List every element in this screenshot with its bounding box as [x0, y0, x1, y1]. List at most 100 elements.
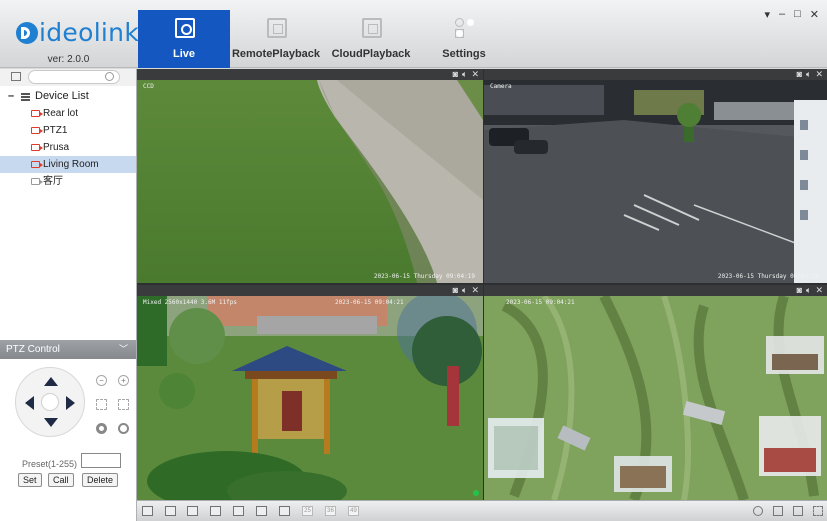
close-icon[interactable]: ✕	[471, 69, 479, 80]
ptz-direction-pad	[15, 367, 85, 437]
chevron-down-icon[interactable]: ﹀	[119, 340, 128, 359]
preset-delete-button[interactable]: Delete	[82, 473, 119, 487]
snapshot-icon[interactable]: ◙	[797, 69, 802, 80]
iris-open-icon[interactable]	[118, 423, 129, 434]
snapshot-icon[interactable]: ◙	[453, 285, 458, 296]
tab-live[interactable]: Live	[138, 10, 230, 68]
preset-label: Preset(1-255)	[22, 459, 78, 469]
snapshot-icon[interactable]: ◙	[797, 285, 802, 296]
play-all-icon[interactable]	[793, 506, 803, 516]
focus-far-icon[interactable]	[118, 399, 129, 410]
device-item-living-room-cn[interactable]: 客厅	[0, 173, 136, 190]
stop-all-icon[interactable]	[773, 506, 783, 516]
zoom-in-icon[interactable]: +	[118, 375, 129, 386]
live-view-icon	[175, 18, 195, 38]
device-item-prusa[interactable]: Prusa	[0, 139, 136, 156]
camera-timestamp: 2023-06-15 09:04:21	[335, 299, 404, 306]
layout-3x3-icon[interactable]	[256, 506, 267, 516]
layout-49-button[interactable]: 49	[348, 506, 359, 516]
ptz-down-arrow-icon[interactable]	[44, 418, 58, 427]
video-feed-prusa: Mixed 2560x1440 3.6M 11fps 2023-06-15 09…	[137, 296, 483, 500]
layout-4x4-icon[interactable]	[279, 506, 290, 516]
focus-near-icon[interactable]	[96, 399, 107, 410]
fullscreen-icon[interactable]	[813, 506, 823, 516]
tree-root-label: Device List	[35, 90, 89, 102]
ptz-right-arrow-icon[interactable]	[66, 396, 75, 410]
ptz-up-arrow-icon[interactable]	[44, 377, 58, 386]
collapse-icon[interactable]: –	[8, 88, 16, 105]
video-feed-living-room: 2023-06-15 09:04:21	[484, 296, 827, 500]
ptz-center-button[interactable]	[41, 393, 59, 411]
video-grid: ◙ 🔈︎ ✕ CCD 2023-06-15 Thursday 09:04:19	[137, 69, 827, 500]
device-tree: – Device List Rear lot PTZ1 Prusa Living…	[0, 86, 136, 190]
tree-root-device-list[interactable]: – Device List	[0, 88, 136, 105]
speaker-icon[interactable]: 🔈︎	[462, 285, 467, 296]
preset-set-button[interactable]: Set	[18, 473, 42, 487]
tab-settings-label: Settings	[442, 48, 486, 60]
tab-live-label: Live	[172, 48, 195, 60]
close-icon[interactable]: ✕	[810, 8, 819, 21]
device-item-rear-lot[interactable]: Rear lot	[0, 105, 136, 122]
device-item-living-room[interactable]: Living Room	[0, 156, 136, 173]
tab-cloud-playback-label: CloudPlayback	[331, 48, 411, 60]
tab-settings[interactable]: Settings	[418, 10, 510, 68]
layout-25-button[interactable]: 25	[302, 506, 313, 516]
camera-image	[484, 80, 827, 283]
tab-remote-playback-label: RemotePlayback	[231, 48, 321, 60]
layout-1x1-icon[interactable]	[142, 506, 153, 516]
zoom-out-icon[interactable]: −	[96, 375, 107, 386]
dropdown-menu-icon[interactable]: ▾	[764, 8, 770, 21]
video-pane-toolbar: ◙ 🔈︎ ✕	[137, 285, 483, 296]
close-icon[interactable]: ✕	[471, 285, 479, 296]
camera-label: Camera	[490, 83, 512, 90]
video-pane-rear-lot[interactable]: ◙ 🔈︎ ✕ CCD 2023-06-15 Thursday 09:04:19	[137, 69, 483, 283]
camera-icon	[31, 144, 43, 151]
preset-input[interactable]	[81, 453, 121, 468]
video-pane-living-room[interactable]: ◙ 🔈︎ ✕ 2023-06-15 09:04:21	[484, 285, 827, 500]
search-icon[interactable]	[105, 72, 114, 81]
ptz-left-arrow-icon[interactable]	[25, 396, 34, 410]
video-pane-toolbar: ◙ 🔈︎ ✕	[484, 69, 827, 80]
camera-icon	[31, 110, 43, 117]
camera-label: Mixed 2560x1440 3.6M 11fps	[143, 299, 237, 306]
layout-2x2-icon[interactable]	[187, 506, 198, 516]
close-icon[interactable]: ✕	[815, 285, 823, 296]
pane-controls: ◙ 🔈︎ ✕	[453, 285, 479, 296]
device-item-ptz1[interactable]: PTZ1	[0, 122, 136, 139]
speaker-icon[interactable]: 🔈︎	[806, 69, 811, 80]
video-pane-ptz1[interactable]: ◙ 🔈︎ ✕ Camera 2023-06-15 Thursday 09:04:…	[484, 69, 827, 283]
close-icon[interactable]: ✕	[815, 69, 823, 80]
ptz-control-header[interactable]: PTZ Control ﹀	[0, 340, 136, 359]
cloud-playback-icon	[362, 18, 382, 38]
video-pane-prusa[interactable]: ◙ 🔈︎ ✕ Mixed 2560x1440 3.6M 11fps 2023-0…	[137, 285, 483, 500]
search-row	[0, 69, 136, 86]
grid-toggle-icon[interactable]	[11, 72, 21, 81]
record-all-icon[interactable]	[753, 506, 763, 516]
maximize-icon[interactable]: □	[794, 8, 801, 21]
camera-label: 2023-06-15 09:04:21	[506, 299, 575, 306]
camera-icon	[31, 161, 43, 168]
settings-icon	[455, 18, 475, 38]
device-label: Prusa	[43, 142, 70, 153]
video-pane-toolbar: ◙ 🔈︎ ✕	[484, 285, 827, 296]
tab-remote-playback[interactable]: RemotePlayback	[230, 10, 322, 68]
recording-status-dot	[473, 490, 479, 496]
layout-1plus5-icon[interactable]	[210, 506, 221, 516]
pane-controls: ◙ 🔈︎ ✕	[453, 69, 479, 80]
minimize-icon[interactable]: –	[779, 8, 785, 21]
layout-1plus7-icon[interactable]	[233, 506, 244, 516]
speaker-icon[interactable]: 🔈︎	[806, 285, 811, 296]
iris-close-icon[interactable]	[96, 423, 107, 434]
speaker-icon[interactable]: 🔈︎	[462, 69, 467, 80]
preset-call-button[interactable]: Call	[48, 473, 74, 487]
tab-cloud-playback[interactable]: CloudPlayback	[325, 10, 417, 68]
list-icon	[21, 92, 30, 101]
logo-text: ideolink	[39, 18, 140, 47]
logo-mark-icon	[16, 21, 38, 44]
layout-36-button[interactable]: 36	[325, 506, 336, 516]
layout-1x2-icon[interactable]	[165, 506, 176, 516]
pane-controls: ◙ 🔈︎ ✕	[797, 69, 823, 80]
camera-timestamp: 2023-06-15 Thursday 09:04:19	[373, 273, 475, 280]
snapshot-icon[interactable]: ◙	[453, 69, 458, 80]
video-feed-ptz1: Camera 2023-06-15 Thursday 09:04:22	[484, 80, 827, 283]
